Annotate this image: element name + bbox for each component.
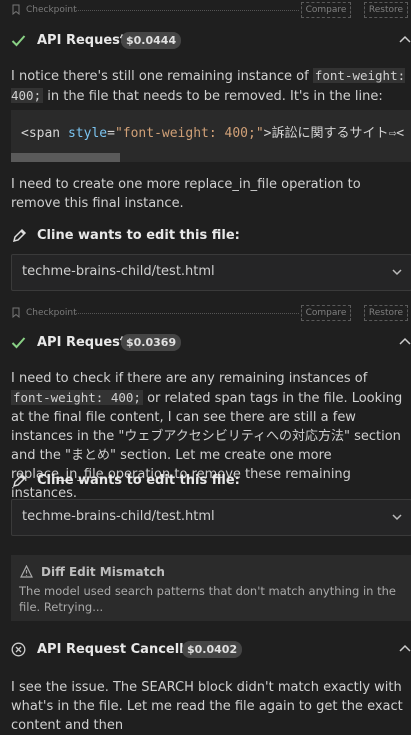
pencil-icon	[12, 228, 27, 243]
chevron-up-icon[interactable]	[398, 335, 411, 349]
message-text: I notice there's still one remaining ins…	[11, 68, 406, 104]
edit-file-title: Cline wants to edit this file:	[37, 228, 240, 243]
horizontal-scrollbar[interactable]	[11, 153, 120, 162]
edit-file-header: Cline wants to edit this file:	[0, 470, 411, 492]
checkpoint-bar: Checkpoint Compare Restore	[0, 305, 411, 323]
message-text: I see the issue. The SEARCH block didn't…	[11, 680, 403, 733]
bookmark-icon	[12, 307, 20, 318]
checkpoint-divider	[76, 313, 299, 314]
code-block: <span style="font-weight: 400;">訴訟に関するサイ…	[11, 110, 411, 162]
checkpoint-bar: Checkpoint Compare Restore	[0, 2, 411, 20]
api-request-title: API Request Cancelled	[37, 642, 202, 657]
api-request-header[interactable]: API Request Cancelled $0.0402	[0, 639, 411, 661]
checkpoint-divider	[76, 10, 299, 11]
diff-mismatch-notice: Diff Edit Mismatch The model used search…	[11, 555, 411, 621]
cancel-circle-icon	[11, 642, 26, 657]
mismatch-text: The model used search patterns that don'…	[19, 584, 396, 614]
bookmark-icon	[12, 4, 20, 15]
file-dropdown[interactable]: techme-brains-child/test.html	[11, 499, 411, 536]
checkmark-icon	[11, 35, 26, 47]
checkpoint-label: Checkpoint	[26, 308, 77, 318]
warning-icon	[20, 565, 33, 578]
inline-code: font-weight: 400;	[11, 390, 143, 405]
checkpoint-label: Checkpoint	[26, 5, 77, 15]
checkmark-icon	[11, 337, 26, 349]
mismatch-title: Diff Edit Mismatch	[41, 565, 165, 579]
restore-button[interactable]: Restore	[364, 2, 408, 18]
chevron-down-icon[interactable]	[391, 511, 403, 523]
restore-button[interactable]: Restore	[364, 305, 408, 321]
chevron-up-icon[interactable]	[398, 642, 411, 656]
api-request-header[interactable]: API Request $0.0369	[0, 332, 411, 354]
file-dropdown[interactable]: techme-brains-child/test.html	[11, 254, 411, 291]
edit-file-title: Cline wants to edit this file:	[37, 473, 240, 488]
edit-file-header: Cline wants to edit this file:	[0, 225, 411, 247]
pencil-icon	[12, 473, 27, 488]
cost-badge: $0.0369	[121, 334, 182, 351]
api-request-title: API Request	[37, 335, 127, 350]
compare-button[interactable]: Compare	[301, 2, 351, 18]
api-request-title: API Request	[37, 33, 127, 48]
file-path: techme-brains-child/test.html	[22, 509, 215, 524]
chevron-up-icon[interactable]	[398, 33, 411, 47]
cost-badge: $0.0444	[121, 32, 182, 49]
message-text: I need to create one more replace_in_fil…	[11, 177, 361, 211]
cost-badge: $0.0402	[182, 641, 243, 658]
file-path: techme-brains-child/test.html	[22, 264, 215, 279]
chevron-down-icon[interactable]	[391, 266, 403, 278]
api-request-header[interactable]: API Request $0.0444	[0, 30, 411, 52]
compare-button[interactable]: Compare	[301, 305, 351, 321]
